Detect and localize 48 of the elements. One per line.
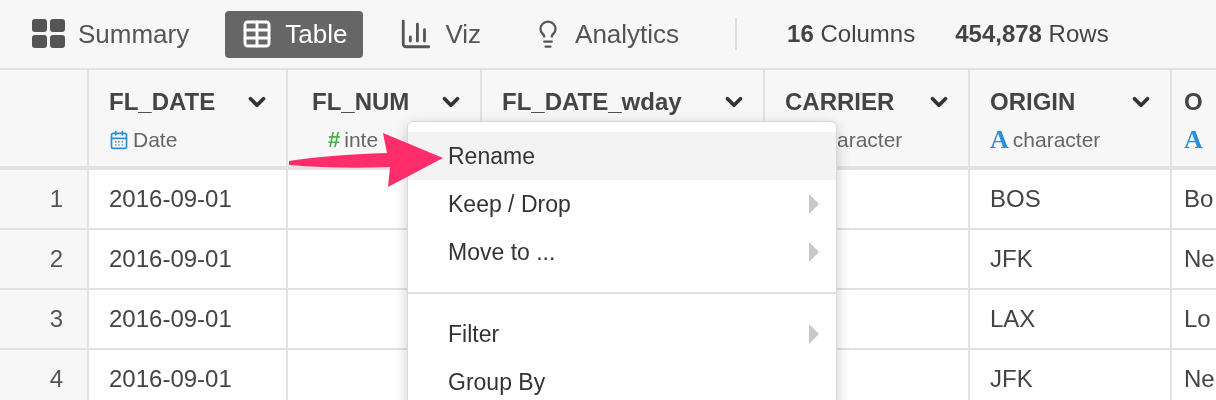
table-cell-text: JFK [990, 364, 1033, 394]
hash-icon: # [328, 129, 341, 151]
table-cell-text: LAX [990, 304, 1036, 334]
view-tab[interactable]: Summary [16, 10, 206, 58]
submenu-arrow-icon [808, 193, 820, 215]
table-cell-text: Lo [1184, 304, 1211, 334]
menu-item[interactable]: Filter [408, 310, 836, 358]
column-type: character [1012, 127, 1101, 154]
table-cell-text: 2016-09-01 [109, 304, 232, 334]
table-cell-text: Ne [1184, 244, 1215, 274]
column-type: inte [344, 127, 379, 154]
view-tab[interactable]: Viz [383, 10, 498, 58]
count-label: 16 Columns [787, 19, 916, 49]
table-cell-text: Bo [1184, 184, 1214, 214]
menu-item[interactable]: Keep / Drop [408, 180, 836, 228]
column-name: CARRIER [785, 87, 895, 117]
grid-icon [32, 19, 66, 49]
column-name: FL_DATE_wday [502, 87, 682, 117]
column-type: Date [133, 127, 178, 154]
table-cell-text: 2016-09-01 [109, 364, 232, 394]
column-name: FL_NUM [312, 87, 410, 117]
column-header[interactable]: ORIGIN Acharacter [968, 70, 1170, 166]
menu-item[interactable]: Rename [408, 132, 836, 180]
menu-item[interactable]: Group By [408, 358, 836, 400]
calendar-icon [109, 130, 129, 150]
menu-item[interactable]: Move to ... [408, 228, 836, 276]
view-tab[interactable]: Table [225, 10, 364, 58]
count-label: 454,878 Rows [955, 19, 1109, 49]
table-cell-text: 2016-09-01 [109, 184, 232, 214]
letter-icon: A [1184, 127, 1203, 153]
row-number: 1 [49, 184, 63, 214]
column-header[interactable]: FL_DATE Date [87, 70, 286, 166]
letter-icon: A [990, 127, 1009, 153]
row-number: 2 [49, 244, 63, 274]
table-cell-text: JFK [990, 244, 1033, 274]
column-name: O [1184, 87, 1203, 117]
submenu-arrow-icon [808, 323, 820, 345]
table-cell-text: BOS [990, 184, 1041, 214]
view-tab[interactable]: Analytics [517, 10, 696, 58]
column-type: aracter [837, 127, 903, 154]
column-name: FL_DATE [109, 87, 216, 117]
column-header[interactable]: O A [1170, 70, 1216, 166]
row-number: 3 [49, 304, 63, 334]
table-cell-text: Ne [1184, 364, 1215, 394]
row-number: 4 [49, 364, 63, 394]
column-name: ORIGIN [990, 87, 1076, 117]
submenu-arrow-icon [808, 241, 820, 263]
table-cell-text: 2016-09-01 [109, 244, 232, 274]
